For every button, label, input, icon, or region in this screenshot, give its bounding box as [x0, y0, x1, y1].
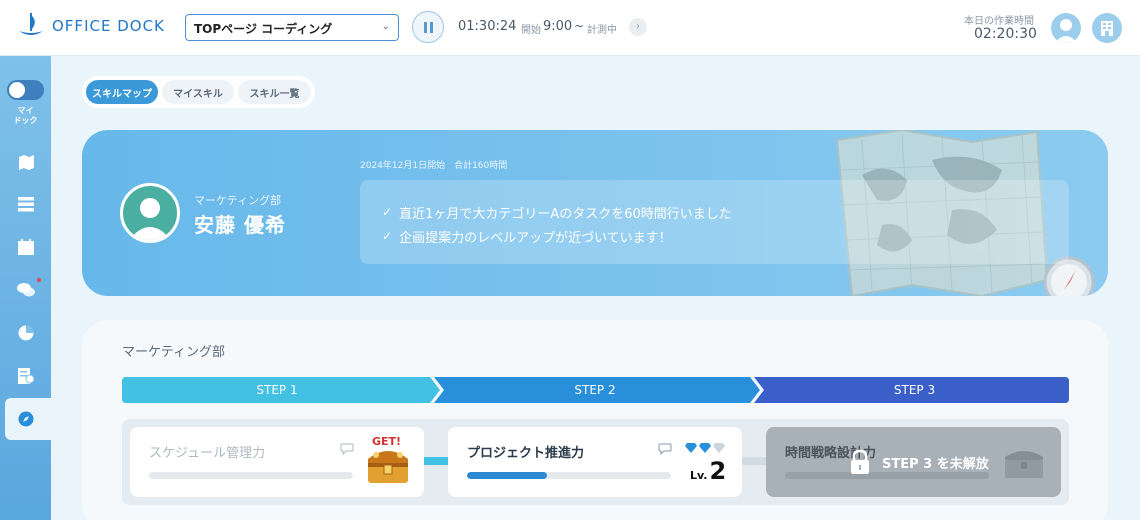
tab-my-skill[interactable]: マイスキル: [162, 80, 234, 104]
calendar-icon[interactable]: [16, 237, 36, 257]
step-3-label: STEP 3: [893, 383, 936, 397]
pause-icon: [423, 21, 427, 33]
user-avatar[interactable]: [1051, 13, 1081, 43]
work-time-value: 02:20:30: [974, 26, 1037, 42]
elapsed-timer: 01:30:24: [458, 19, 517, 34]
step-header: STEP 1 STEP 2 STEP 3: [122, 377, 1069, 403]
step-2-label: STEP 2: [574, 383, 616, 397]
dock-logo-icon: [19, 13, 43, 35]
comment-icon[interactable]: [340, 443, 354, 455]
skill-level: Lv.2: [690, 457, 726, 485]
start-label: 開始: [521, 25, 541, 36]
step-1-label: STEP 1: [256, 383, 298, 397]
gem-filled-icon: [699, 443, 711, 453]
task-select-value: TOPページ コーディング: [194, 22, 333, 36]
chevron-down-icon: ⌄: [381, 21, 390, 32]
skills-row: スケジュール管理力 GET! プロジェクト推進力 Lv.2 時間戦略設計力 ST…: [122, 419, 1069, 505]
profile-department: マーケティング部: [194, 194, 282, 207]
period-summary: 2024年12月1日開始 合計160時間: [360, 161, 508, 171]
tracking-status: 計測中: [587, 25, 617, 36]
top-bar: OFFICE DOCK TOPページ コーディング ⌄ 01:30:24 開始 …: [0, 0, 1140, 56]
skill-card-acquired[interactable]: スケジュール管理力 GET!: [130, 427, 424, 497]
pie-chart-icon[interactable]: [16, 323, 36, 343]
skill-progress-bar: [149, 472, 353, 479]
gem-empty-icon: [713, 443, 725, 453]
insight-messages: ✓ 直近1ヶ月で大カテゴリーAのタスクを60時間行いました ✓ 企画提案力のレベ…: [360, 180, 1069, 264]
comment-icon[interactable]: [658, 443, 672, 455]
logo[interactable]: OFFICE DOCK: [16, 11, 165, 41]
mydock-toggle[interactable]: [7, 80, 44, 100]
organization-button[interactable]: [1092, 13, 1122, 43]
get-badge: GET!: [372, 435, 402, 448]
skill-name: プロジェクト推進力: [467, 446, 585, 461]
start-time: 9:00: [543, 19, 573, 34]
pause-button[interactable]: [412, 11, 444, 43]
sidebar: マイ ドック: [0, 56, 51, 520]
mydock-label: マイ ドック: [13, 106, 38, 125]
check-icon: ✓: [382, 205, 393, 219]
profile-name: 安藤 優希: [194, 213, 286, 237]
insight-message: ✓ 直近1ヶ月で大カテゴリーAのタスクを60時間行いました: [382, 205, 732, 222]
list-icon[interactable]: [16, 194, 36, 214]
skill-progress-bar: [467, 472, 671, 479]
task-select[interactable]: TOPページ コーディング ⌄: [185, 14, 399, 41]
tab-skill-map[interactable]: スキルマップ: [86, 80, 158, 104]
level-gems: [685, 443, 725, 453]
work-time-label: 本日の作業時間: [964, 16, 1034, 27]
user-icon: [1055, 19, 1077, 43]
view-tabs: スキルマップ マイスキル スキル一覧: [82, 76, 315, 108]
lock-icon: [851, 449, 869, 474]
brand-name: OFFICE DOCK: [52, 17, 165, 35]
chat-icon[interactable]: [16, 280, 36, 300]
level-number: 2: [709, 457, 727, 485]
notification-dot: [37, 278, 41, 282]
next-button[interactable]: ›: [629, 18, 647, 36]
map-icon[interactable]: [16, 152, 36, 172]
time-separator: ~: [574, 19, 585, 33]
locked-text: STEP 3 を未解放: [882, 456, 989, 472]
chevron-right-icon: ›: [636, 21, 640, 32]
skill-card-locked[interactable]: 時間戦略設計力 STEP 3 を未解放: [766, 427, 1061, 497]
insight-message: ✓ 企画提案力のレベルアップが近づいています！: [382, 229, 672, 246]
skill-map-department: マーケティング部: [122, 345, 225, 360]
tab-skill-list[interactable]: スキル一覧: [238, 80, 311, 104]
skill-card-in-progress[interactable]: プロジェクト推進力 Lv.2: [448, 427, 742, 497]
locked-overlay: STEP 3 を未解放: [848, 449, 989, 475]
profile-avatar: [120, 183, 180, 243]
skill-name: スケジュール管理力: [149, 446, 266, 461]
gem-filled-icon: [685, 443, 697, 453]
report-icon[interactable]: [16, 366, 36, 386]
treasure-chest-icon: [1005, 451, 1043, 478]
treasure-chest-icon: GET!: [362, 435, 414, 487]
level-label: Lv.: [690, 469, 708, 482]
check-icon: ✓: [382, 229, 393, 243]
profile-hero: マーケティング部 安藤 優希 2024年12月1日開始 合計160時間 ✓ 直近…: [82, 130, 1108, 296]
user-icon: [129, 198, 171, 240]
compass-icon[interactable]: [16, 409, 36, 429]
skill-map-card: マーケティング部 STEP 1 STEP 2 STEP 3 スケジュール管理力: [82, 320, 1108, 520]
building-icon: [1101, 21, 1113, 36]
